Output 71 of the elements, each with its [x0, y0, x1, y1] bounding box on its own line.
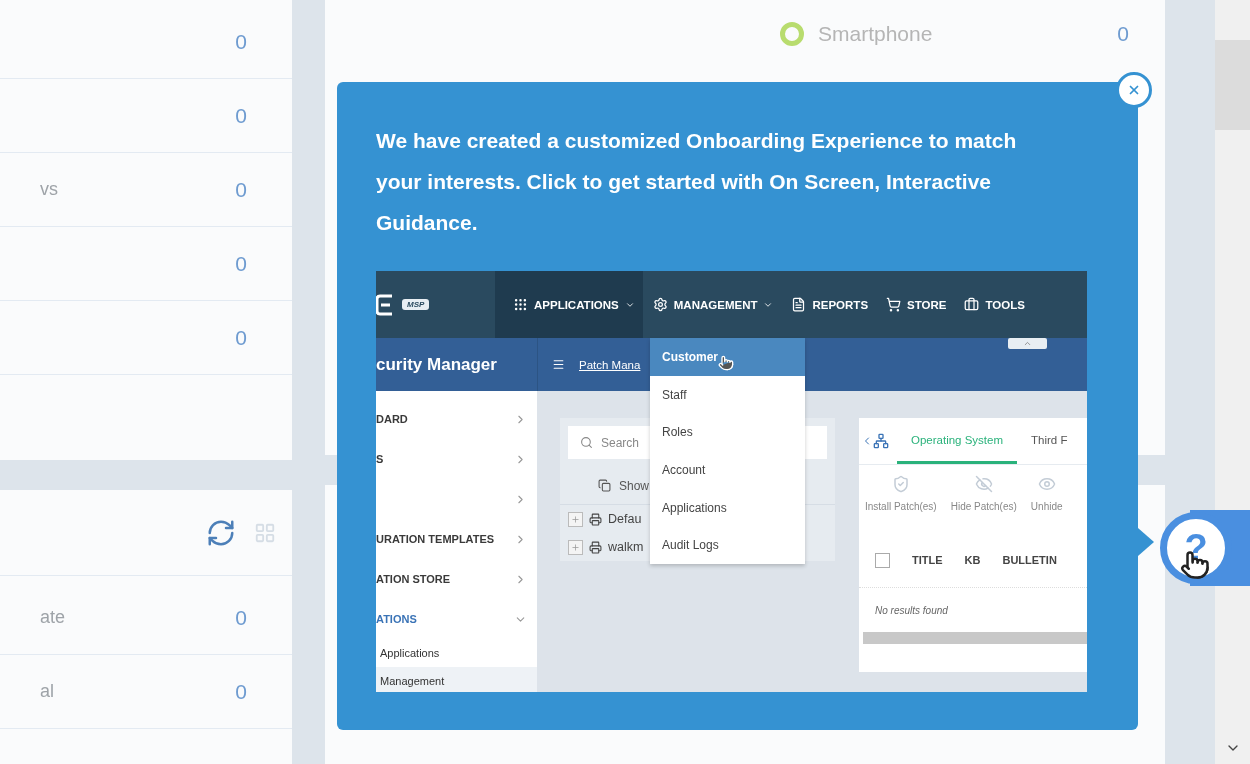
- tree-item[interactable]: Defau: [608, 512, 642, 526]
- sidebar-item[interactable]: Management: [376, 667, 537, 692]
- count-value: 0: [235, 679, 247, 704]
- column-header: BULLETIN: [1002, 554, 1057, 566]
- scrollbar[interactable]: [1215, 0, 1250, 764]
- nav-item[interactable]: MANAGEMENT: [642, 271, 782, 338]
- count-value: 0: [235, 29, 247, 54]
- gear-icon: [652, 297, 668, 312]
- sidebar-item[interactable]: DARD: [376, 399, 537, 439]
- count-value: 0: [1117, 22, 1129, 46]
- grid-icon: [513, 297, 528, 312]
- action-label[interactable]: Unhide: [1030, 501, 1063, 512]
- row-label: vs: [40, 179, 59, 200]
- row-label: al: [40, 681, 55, 702]
- copy-icon: [598, 479, 611, 492]
- tree-icon[interactable]: [873, 433, 889, 449]
- menu-icon[interactable]: [552, 358, 565, 371]
- action-label[interactable]: Hide Patch(es): [950, 501, 1017, 512]
- breadcrumb-link[interactable]: Patch Mana: [579, 358, 641, 371]
- eye-off-icon[interactable]: [974, 475, 993, 493]
- search-icon: [580, 436, 593, 449]
- menu-item[interactable]: Customer: [650, 338, 805, 376]
- briefcase-icon: [964, 297, 980, 312]
- count-value: 0: [235, 325, 247, 350]
- menu-item[interactable]: Staff: [650, 375, 805, 414]
- sidebar-label: ATION STORE: [376, 573, 451, 585]
- sidebar-item[interactable]: ATIONS: [376, 599, 537, 639]
- close-icon[interactable]: [1127, 83, 1141, 97]
- chevron-up-icon: [1023, 339, 1032, 348]
- nav-item[interactable]: REPORTS: [781, 271, 877, 338]
- count-value: 0: [235, 251, 247, 276]
- row-label: ate: [40, 607, 67, 628]
- menu-item[interactable]: Audit Logs: [650, 526, 805, 565]
- menu-item[interactable]: Account: [650, 451, 805, 489]
- device-label: Smartphone: [818, 22, 934, 46]
- sidebar-label: URATION TEMPLATES: [376, 533, 495, 545]
- menu-item[interactable]: Applications: [650, 488, 805, 527]
- select-all-checkbox[interactable]: [875, 552, 890, 568]
- nav-item[interactable]: APPLICATIONS: [495, 271, 643, 338]
- column-header: KB: [964, 554, 981, 566]
- printer-icon: [589, 540, 602, 554]
- sidebar-label: ATIONS: [376, 613, 417, 625]
- nav-item[interactable]: TOOLS: [954, 271, 1033, 338]
- sidebar-item[interactable]: URATION TEMPLATES: [376, 519, 537, 559]
- tree-item[interactable]: walkm: [608, 540, 644, 554]
- empty-message: No results found: [874, 603, 949, 618]
- eye-icon[interactable]: [1037, 475, 1056, 493]
- action-label[interactable]: Install Patch(es): [865, 501, 937, 512]
- menu-item[interactable]: Roles: [650, 413, 805, 452]
- cart-icon: [886, 297, 902, 312]
- tab[interactable]: Third F: [1017, 418, 1082, 464]
- count-value: 0: [235, 605, 247, 630]
- sidebar-label: S: [376, 453, 384, 465]
- count-value: 0: [235, 103, 247, 128]
- count-value: 0: [235, 177, 247, 202]
- logo-icon: [376, 293, 394, 316]
- sidebar-item[interactable]: Applications: [376, 639, 537, 667]
- collapse-handle[interactable]: [1008, 338, 1047, 349]
- sidebar-item[interactable]: S: [376, 439, 537, 479]
- printer-icon: [589, 512, 602, 526]
- grid-icon[interactable]: [254, 521, 276, 544]
- sidebar-label: DARD: [376, 413, 408, 425]
- shield-icon[interactable]: [891, 475, 910, 493]
- nav-item[interactable]: STORE: [876, 271, 955, 338]
- hand-cursor-icon: [718, 354, 734, 371]
- horizontal-scrollbar[interactable]: [863, 632, 1087, 644]
- column-header: TITLE: [912, 554, 943, 566]
- sidebar-item[interactable]: ATION STORE: [376, 559, 537, 599]
- popup-message: We have created a customized Onboarding Experience to match your interests. Click to get started with On Screen, Interactive Guidance.: [376, 128, 1018, 236]
- logo-badge: MSP: [402, 299, 430, 310]
- document-icon: [791, 297, 807, 312]
